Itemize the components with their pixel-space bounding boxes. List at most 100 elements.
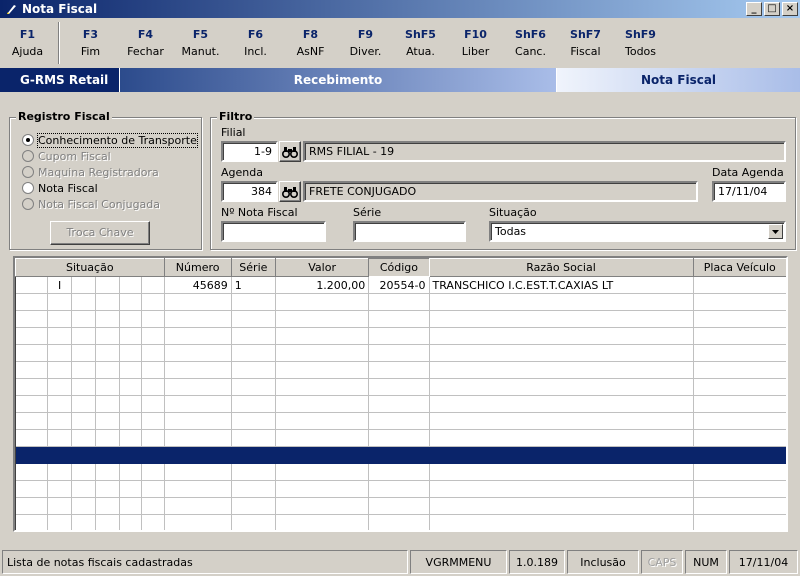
- table-row[interactable]: [15, 378, 786, 396]
- table-row[interactable]: [15, 344, 786, 362]
- table-cell: [368, 327, 430, 345]
- col-header-situacao[interactable]: Situação: [15, 258, 165, 277]
- maximize-button[interactable]: □: [764, 2, 780, 16]
- table-cell: [71, 327, 97, 345]
- end-button[interactable]: F3 Fim: [63, 20, 118, 66]
- serie-label: Série: [353, 206, 382, 219]
- agenda-search-icon[interactable]: [279, 181, 301, 202]
- table-cell: [164, 497, 232, 515]
- table-row[interactable]: [15, 463, 786, 481]
- col-header-numero[interactable]: Número: [163, 258, 232, 277]
- table-cell: [141, 497, 165, 515]
- table-cell: [95, 310, 121, 328]
- radio-nota-fiscal[interactable]: Nota Fiscal: [22, 180, 197, 196]
- table-cell: [429, 514, 694, 530]
- table-row[interactable]: [15, 412, 786, 430]
- table-cell: [693, 327, 786, 345]
- table-cell: [15, 344, 49, 362]
- release-button[interactable]: F10 Liber: [448, 20, 503, 66]
- situacao-label: Situação: [489, 206, 537, 219]
- radio-conhecimento-transporte[interactable]: Conhecimento de Transporte: [22, 132, 198, 148]
- table-cell: [693, 480, 786, 498]
- table-cell: [429, 446, 694, 464]
- col-header-codigo[interactable]: Código: [368, 258, 430, 277]
- table-cell: [15, 293, 49, 311]
- troca-chave-button[interactable]: Troca Chave: [50, 221, 150, 245]
- table-cell: [47, 327, 73, 345]
- maintenance-button[interactable]: F5 Manut.: [173, 20, 228, 66]
- filial-code-field[interactable]: 1-9: [221, 141, 278, 162]
- table-row[interactable]: [15, 480, 786, 498]
- table-cell: [275, 378, 370, 396]
- table-cell: [47, 514, 73, 530]
- table-row[interactable]: I 45689 1 1.200,00 20554-0 TRANSCHICO I.…: [15, 276, 786, 294]
- grid-header: Situação Número Série Valor Código Razão…: [15, 258, 786, 277]
- table-cell: [693, 463, 786, 481]
- col-header-razao-social[interactable]: Razão Social: [428, 258, 694, 277]
- serie-field[interactable]: [353, 221, 466, 242]
- table-row[interactable]: [15, 446, 786, 464]
- table-cell: [95, 293, 121, 311]
- col-header-placa[interactable]: Placa Veículo: [692, 258, 786, 277]
- cancel-button[interactable]: ShF6 Canc.: [503, 20, 558, 66]
- chevron-down-icon[interactable]: [768, 224, 783, 239]
- table-row[interactable]: [15, 327, 786, 345]
- divergence-button[interactable]: F9 Diver.: [338, 20, 393, 66]
- close-screen-button[interactable]: F4 Fechar: [118, 20, 173, 66]
- radio-cupom-fiscal[interactable]: Cupom Fiscal: [22, 148, 197, 164]
- table-cell: [47, 361, 73, 379]
- include-button[interactable]: F6 Incl.: [228, 20, 283, 66]
- table-cell: [119, 378, 143, 396]
- agenda-code-field[interactable]: 384: [221, 181, 278, 202]
- radio-nota-fiscal-conjugada[interactable]: Nota Fiscal Conjugada: [22, 196, 197, 212]
- all-button[interactable]: ShF9 Todos: [613, 20, 668, 66]
- minimize-button[interactable]: _: [746, 2, 762, 16]
- close-button[interactable]: ×: [782, 2, 798, 16]
- table-cell: [71, 412, 97, 430]
- table-cell: [275, 429, 370, 447]
- table-cell: [368, 310, 430, 328]
- table-cell: [368, 497, 430, 515]
- help-button[interactable]: F1 Ajuda: [0, 20, 55, 66]
- table-row[interactable]: [15, 361, 786, 379]
- table-cell: [164, 514, 232, 530]
- table-row[interactable]: [15, 310, 786, 328]
- col-header-serie[interactable]: Série: [230, 258, 276, 277]
- table-cell: [231, 361, 276, 379]
- notas-grid[interactable]: Situação Número Série Valor Código Razão…: [13, 256, 788, 532]
- radio-maquina-registradora[interactable]: Maquina Registradora: [22, 164, 197, 180]
- asnf-button[interactable]: F8 AsNF: [283, 20, 338, 66]
- table-cell: [141, 378, 165, 396]
- sit-cell: [95, 276, 121, 294]
- update-button[interactable]: ShF5 Atua.: [393, 20, 448, 66]
- table-row[interactable]: [15, 497, 786, 515]
- table-cell: [693, 361, 786, 379]
- radio-dot: [22, 182, 34, 194]
- table-row[interactable]: [15, 293, 786, 311]
- table-cell: [141, 395, 165, 413]
- table-cell: [119, 344, 143, 362]
- table-cell: [47, 480, 73, 498]
- window-title: Nota Fiscal: [22, 2, 98, 16]
- situacao-select[interactable]: Todas: [489, 221, 786, 242]
- col-header-valor[interactable]: Valor: [274, 258, 370, 277]
- table-cell: [47, 344, 73, 362]
- table-row[interactable]: [15, 514, 786, 530]
- data-agenda-field[interactable]: 17/11/04: [712, 181, 786, 202]
- table-cell: [693, 429, 786, 447]
- nota-fiscal-field[interactable]: [221, 221, 326, 242]
- filial-search-icon[interactable]: [279, 141, 301, 162]
- table-cell: [71, 310, 97, 328]
- table-cell: [231, 429, 276, 447]
- title-bar: Nota Fiscal _ □ ×: [0, 0, 800, 18]
- data-agenda-label: Data Agenda: [712, 166, 784, 179]
- table-row[interactable]: [15, 395, 786, 413]
- table-cell: [693, 310, 786, 328]
- table-cell: [275, 463, 370, 481]
- placa-cell: [693, 276, 786, 294]
- table-cell: [275, 344, 370, 362]
- fiscal-button[interactable]: ShF7 Fiscal: [558, 20, 613, 66]
- table-cell: [119, 293, 143, 311]
- sit-cell: [141, 276, 165, 294]
- table-row[interactable]: [15, 429, 786, 447]
